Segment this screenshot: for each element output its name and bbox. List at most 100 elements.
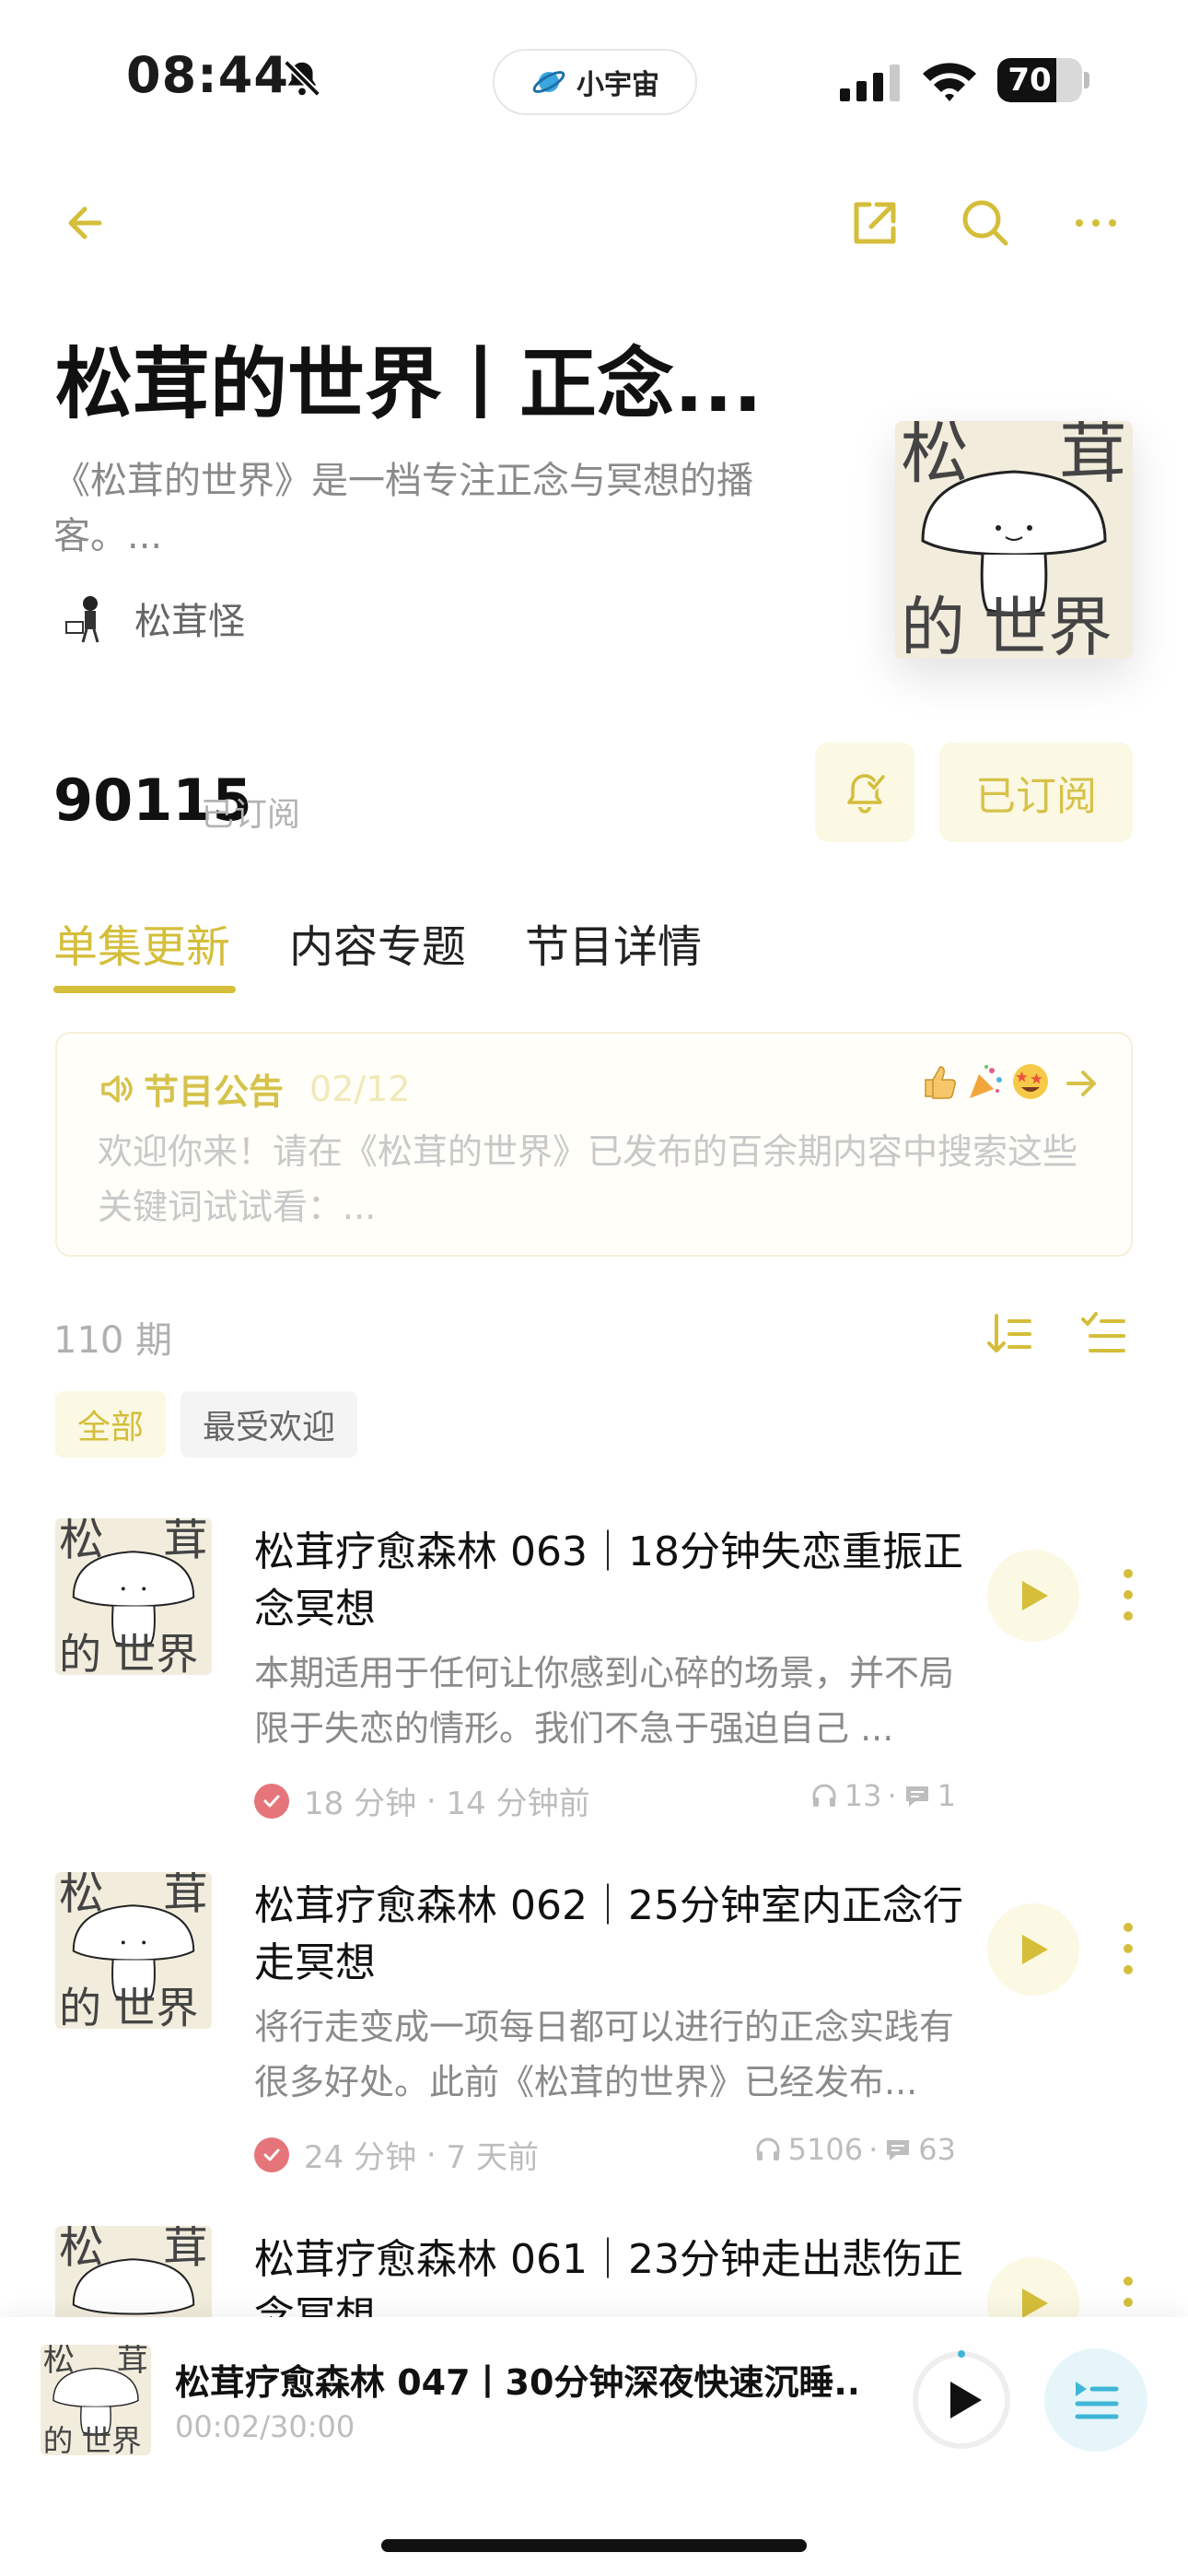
multi-select-icon[interactable]: [1077, 1308, 1129, 1360]
svg-text:世界: 世界: [113, 1983, 198, 2029]
svg-text:的: 的: [59, 1629, 101, 1675]
svg-text:茸: 茸: [1059, 421, 1127, 493]
episode-cover: 松 茸 的 世界: [55, 1872, 212, 2029]
listen-count: 5106: [787, 2132, 864, 2167]
play-icon: [1022, 1581, 1048, 1610]
svg-text:松: 松: [901, 421, 969, 493]
notification-bell-button[interactable]: [815, 743, 914, 842]
author-name: 松茸怪: [134, 601, 245, 643]
bell-off-icon: [284, 60, 320, 97]
svg-text:茸: 茸: [163, 2226, 208, 2274]
svg-text:松: 松: [59, 1872, 104, 1920]
tab-episodes[interactable]: 单集更新: [53, 910, 237, 993]
episode-description: 本期适用于任何让你感到心碎的场景，并不局限于失恋的情形。我们不急于强迫自己 ..…: [254, 1653, 955, 1749]
played-check-icon: [254, 2137, 289, 2172]
announcement-title: 节目公告: [144, 1071, 285, 1112]
subscribed-button[interactable]: 已订阅: [939, 743, 1133, 842]
sort-order-icon[interactable]: [984, 1308, 1035, 1360]
status-time: 08:44: [126, 46, 289, 104]
episode-more-icon[interactable]: [1114, 1564, 1142, 1625]
status-bar: 08:44 小宇宙 70: [0, 0, 1188, 157]
podcast-description[interactable]: 《松茸的世界》是一档专注正念与冥想的播客。...: [53, 453, 772, 564]
filter-popular[interactable]: 最受欢迎: [181, 1391, 357, 1458]
svg-text:茸: 茸: [163, 1872, 208, 1920]
filter-all[interactable]: 全部: [55, 1391, 166, 1458]
episode-item[interactable]: 松 茸 的 世界 松茸疗愈森林 062｜25分钟室内正念行走冥想 将行走变成一项…: [0, 1872, 1188, 2222]
share-icon[interactable]: [845, 193, 904, 252]
episode-description: 将行走变成一项每日都可以进行的正念实践有很多好处。此前《松茸的世界》已经发布..…: [254, 2007, 955, 2102]
play-progress-button[interactable]: [910, 2348, 1013, 2452]
author-row[interactable]: 松茸怪: [59, 586, 245, 650]
announcement-date: 02/12: [309, 1068, 411, 1109]
svg-text:松: 松: [59, 1518, 104, 1566]
announcement-emoji-row: [918, 1061, 1051, 1102]
episode-play-button[interactable]: [987, 1903, 1079, 1996]
starstruck-face-icon: [1013, 1064, 1048, 1099]
episode-stats: 5106 · 63: [753, 2132, 956, 2167]
comment-count: 63: [918, 2132, 956, 2167]
listen-count: 13: [844, 1778, 882, 1813]
battery-indicator: 70: [997, 58, 1082, 102]
meta-separator: ·: [416, 1782, 447, 1820]
speaker-icon: [101, 1074, 133, 1103]
episode-stats: 13 · 1: [809, 1778, 956, 1813]
cellular-signal-icon: [840, 64, 900, 101]
now-playing-cover: 松 茸 的 世界: [41, 2345, 151, 2455]
svg-text:的: 的: [43, 2423, 74, 2455]
thumbs-up-icon: [925, 1066, 956, 1099]
podcast-title: 松茸的世界丨正念...: [55, 339, 763, 429]
episode-count: 110 期: [53, 1319, 173, 1362]
playlist-queue-button[interactable]: [1044, 2348, 1147, 2452]
svg-text:松: 松: [59, 2226, 104, 2274]
episode-more-icon[interactable]: [1114, 1918, 1142, 1979]
svg-text:世界: 世界: [113, 1629, 198, 1675]
svg-text:的: 的: [59, 1983, 101, 2029]
podcast-cover: 松 茸 的 世界: [895, 421, 1133, 659]
search-icon[interactable]: [956, 193, 1015, 252]
announcement-body: 欢迎你来！请在《松茸的世界》已发布的百余期内容中搜索这些关键词试试看：...: [98, 1131, 1078, 1227]
svg-text:世界: 世界: [984, 590, 1112, 659]
content-tabs: 单集更新 内容专题 节目详情: [53, 910, 702, 993]
bell-check-icon: [847, 774, 886, 814]
comment-count: 1: [937, 1778, 956, 1813]
battery-level: 70: [1007, 62, 1052, 99]
author-avatar: [65, 596, 99, 643]
announcement-header: 节目公告 02/12: [98, 1063, 411, 1114]
planet-icon: [532, 71, 565, 93]
comment-icon: [887, 2140, 910, 2160]
episode-meta: 24 分钟 · 7 天前: [254, 2132, 539, 2177]
headphones-icon: [756, 2137, 780, 2160]
svg-text:茸: 茸: [163, 1518, 208, 1566]
home-indicator[interactable]: [381, 2539, 807, 2552]
arrow-right-icon: [1066, 1071, 1096, 1096]
comment-icon: [905, 1786, 928, 1807]
cover-artwork: 松 茸 的 世界: [41, 2345, 151, 2455]
playlist-icon: [1075, 2382, 1119, 2419]
episode-meta: 18 分钟 · 14 分钟前: [254, 1778, 590, 1823]
tab-topics[interactable]: 内容专题: [289, 910, 466, 993]
svg-text:松: 松: [43, 2345, 75, 2379]
episode-item[interactable]: 松 茸 的 世界 松茸疗愈森林 063｜18分钟失恋重振正念冥想 本期适用于任何…: [0, 1518, 1188, 1868]
meta-separator: ·: [887, 1778, 897, 1813]
episode-duration: 18 分钟: [304, 1786, 417, 1822]
island-app-pill[interactable]: 小宇宙: [493, 49, 697, 115]
more-options-icon[interactable]: [1066, 193, 1125, 252]
wifi-icon: [923, 63, 976, 101]
svg-text:世界: 世界: [82, 2423, 142, 2455]
svg-text:的: 的: [901, 590, 965, 659]
back-arrow-icon[interactable]: [59, 193, 118, 252]
cover-artwork: 松 茸 的 世界: [55, 1518, 212, 1675]
episode-published: 14 分钟前: [446, 1786, 590, 1822]
meta-separator: ·: [868, 2132, 879, 2167]
episode-duration: 24 分钟: [304, 2139, 417, 2176]
tab-details[interactable]: 节目详情: [525, 910, 702, 993]
announcement-card[interactable]: 节目公告 02/12 欢迎你来！请在《松茸的世界》已发布的百余期内容中搜索这些关…: [55, 1032, 1133, 1257]
island-app-name: 小宇宙: [577, 69, 659, 101]
mini-player[interactable]: 松 茸 的 世界 松茸疗愈森林 047丨30分钟深夜快速沉睡... 00:02/…: [0, 2317, 1188, 2576]
episode-play-button[interactable]: [987, 1550, 1079, 1642]
battery-tip: [1084, 72, 1089, 88]
played-check-icon: [254, 1783, 289, 1819]
cover-artwork: 松 茸 的 世界: [55, 1872, 212, 2029]
episode-cover: 松 茸 的 世界: [55, 1518, 212, 1675]
episode-title: 松茸疗愈森林 062｜25分钟室内正念行走冥想: [254, 1882, 963, 1986]
